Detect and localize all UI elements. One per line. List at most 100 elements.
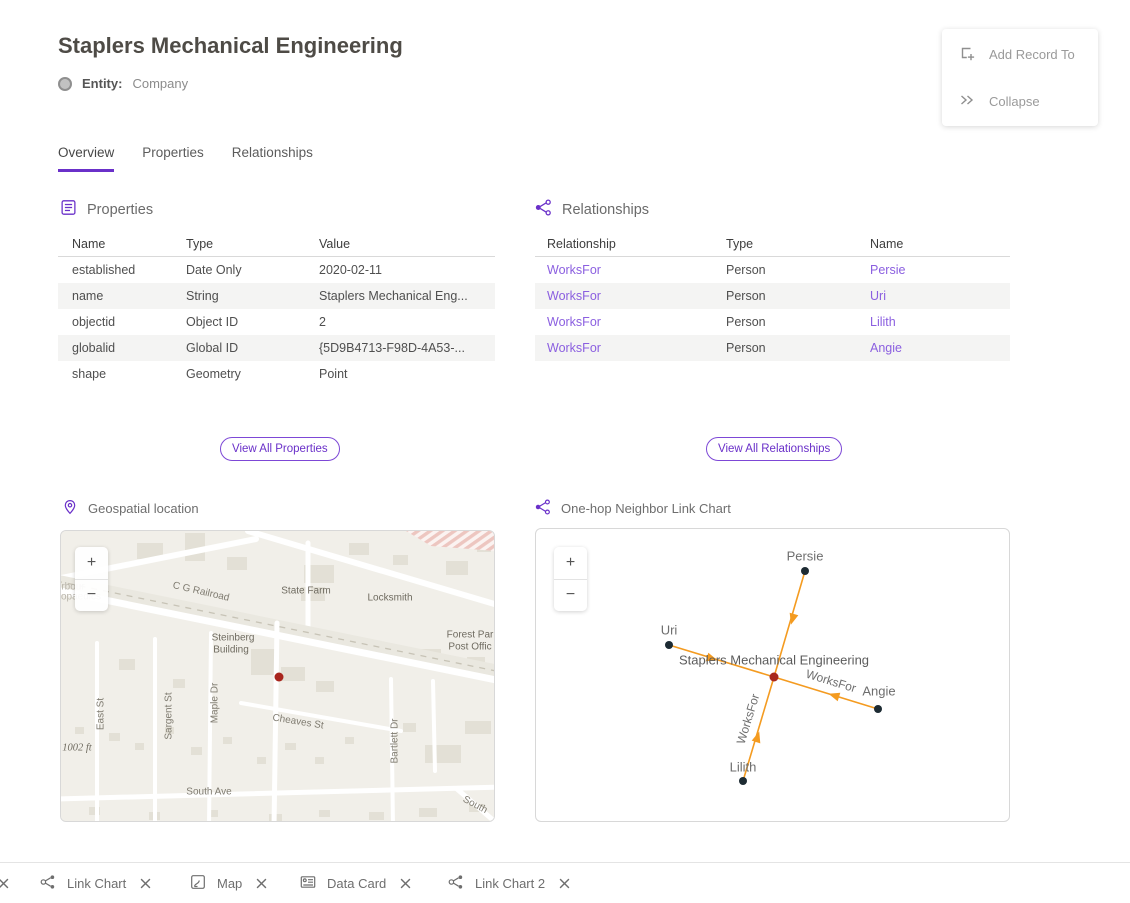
- map-marker[interactable]: [275, 673, 284, 682]
- zoom-in-button[interactable]: +: [554, 547, 587, 580]
- table-row: shape Geometry Point: [58, 361, 495, 387]
- col-header: Name: [58, 237, 186, 251]
- node-persie[interactable]: [801, 567, 809, 575]
- zoom-in-button[interactable]: +: [75, 547, 108, 580]
- col-header: Type: [726, 237, 870, 251]
- collapse-icon: [958, 91, 976, 112]
- zoom-out-button[interactable]: −: [75, 580, 108, 612]
- node-lilith[interactable]: [739, 777, 747, 785]
- map-label: South Ave: [186, 787, 231, 798]
- table-row: WorksFor Person Persie: [535, 257, 1010, 283]
- map-label: Post Offic: [448, 642, 491, 653]
- entity-link[interactable]: Persie: [870, 263, 905, 277]
- map-label: Forest Par: [447, 630, 494, 641]
- partial-tab-close[interactable]: [0, 863, 9, 903]
- add-record-icon: [958, 44, 976, 65]
- map-label: Steinberg: [212, 633, 255, 644]
- node-label: Angie: [862, 684, 895, 699]
- entity-link[interactable]: Uri: [870, 289, 886, 303]
- properties-section-header: Properties: [60, 199, 153, 220]
- table-row: WorksFor Person Angie: [535, 335, 1010, 361]
- entity-label: Entity:: [82, 76, 122, 91]
- map-label: State Farm: [281, 586, 330, 597]
- view-all-relationships-button[interactable]: View All Relationships: [706, 437, 842, 461]
- map-pin-icon: [62, 499, 78, 518]
- zoom-out-button[interactable]: −: [554, 580, 587, 612]
- relationship-link[interactable]: WorksFor: [547, 289, 601, 303]
- geospatial-header: Geospatial location: [62, 499, 199, 518]
- menu-item-collapse[interactable]: Collapse: [958, 90, 1040, 112]
- center-node-label: Staplers Mechanical Engineering: [679, 653, 869, 668]
- link-chart-header: One-hop Neighbor Link Chart: [535, 499, 731, 518]
- tab-label: Link Chart 2: [475, 876, 545, 891]
- properties-icon: [60, 199, 77, 220]
- one-hop-link-chart[interactable]: + − Persie Uri Angie Lilith Staplers Mec…: [535, 528, 1010, 822]
- relationships-section-header: Relationships: [535, 199, 649, 220]
- col-header: Name: [870, 237, 1010, 251]
- entity-type-dot: [58, 77, 72, 91]
- page-title: Staplers Mechanical Engineering: [58, 33, 403, 59]
- table-row: WorksFor Person Uri: [535, 283, 1010, 309]
- relationship-link[interactable]: WorksFor: [547, 263, 601, 277]
- tab-bar: Overview Properties Relationships: [58, 145, 313, 172]
- close-icon[interactable]: [559, 878, 570, 889]
- col-header: Value: [319, 237, 495, 251]
- section-title: Relationships: [562, 202, 649, 218]
- entity-type: Company: [132, 76, 188, 91]
- col-header: Relationship: [535, 237, 726, 251]
- relationship-link[interactable]: WorksFor: [547, 341, 601, 355]
- table-row: objectid Object ID 2: [58, 309, 495, 335]
- node-label: Uri: [661, 623, 678, 638]
- section-title: Properties: [87, 202, 153, 218]
- tab-relationships[interactable]: Relationships: [232, 145, 313, 172]
- close-icon[interactable]: [0, 878, 9, 889]
- node-angie[interactable]: [874, 705, 882, 713]
- close-icon[interactable]: [256, 878, 267, 889]
- menu-item-label: Add Record To: [989, 47, 1075, 62]
- relationship-link[interactable]: WorksFor: [547, 315, 601, 329]
- map-label: Maple Dr: [210, 683, 221, 724]
- map-label: Locksmith: [367, 593, 412, 604]
- tab-label: Data Card: [327, 876, 386, 891]
- table-row: name String Staplers Mechanical Eng...: [58, 283, 495, 309]
- table-header: Name Type Value: [58, 231, 495, 257]
- menu-item-add-record-to[interactable]: Add Record To: [958, 43, 1075, 65]
- node-label: Persie: [787, 549, 824, 564]
- map-icon: [190, 874, 206, 893]
- context-menu: Add Record To Collapse: [942, 29, 1098, 126]
- close-icon[interactable]: [140, 878, 151, 889]
- data-card-icon: [300, 874, 316, 893]
- link-chart-icon: [535, 499, 551, 518]
- node-uri[interactable]: [665, 641, 673, 649]
- close-icon[interactable]: [400, 878, 411, 889]
- map-label: Bartlett Dr: [390, 718, 401, 763]
- entity-link[interactable]: Angie: [870, 341, 902, 355]
- bottom-tab-data-card[interactable]: Data Card: [300, 863, 411, 903]
- table-header: Relationship Type Name: [535, 231, 1010, 257]
- section-title: One-hop Neighbor Link Chart: [561, 501, 731, 516]
- bottom-tab-link-chart-2[interactable]: Link Chart 2: [448, 863, 570, 903]
- tab-label: Link Chart: [67, 876, 126, 891]
- data-card-page: Staplers Mechanical Engineering Entity: …: [0, 0, 1130, 903]
- entity-row: Entity: Company: [58, 76, 188, 91]
- relationships-table: Relationship Type Name WorksFor Person P…: [535, 231, 1010, 361]
- map-label: Sargent St: [164, 692, 175, 739]
- entity-link[interactable]: Lilith: [870, 315, 896, 329]
- col-header: Type: [186, 237, 319, 251]
- menu-item-label: Collapse: [989, 94, 1040, 109]
- map-label: Building: [213, 645, 249, 656]
- tab-overview[interactable]: Overview: [58, 145, 114, 172]
- relationships-icon: [535, 199, 552, 220]
- geospatial-map[interactable]: + − C G Railroad State Farm Locksmith St…: [60, 530, 495, 822]
- node-label: Lilith: [730, 760, 757, 775]
- tab-properties[interactable]: Properties: [142, 145, 204, 172]
- map-label: East St: [96, 698, 107, 730]
- table-row: WorksFor Person Lilith: [535, 309, 1010, 335]
- bottom-tab-link-chart[interactable]: Link Chart: [40, 863, 151, 903]
- section-title: Geospatial location: [88, 501, 199, 516]
- table-row: established Date Only 2020-02-11: [58, 257, 495, 283]
- link-chart-icon: [448, 874, 464, 893]
- bottom-tab-map[interactable]: Map: [190, 863, 267, 903]
- node-center[interactable]: [770, 673, 779, 682]
- view-all-properties-button[interactable]: View All Properties: [220, 437, 340, 461]
